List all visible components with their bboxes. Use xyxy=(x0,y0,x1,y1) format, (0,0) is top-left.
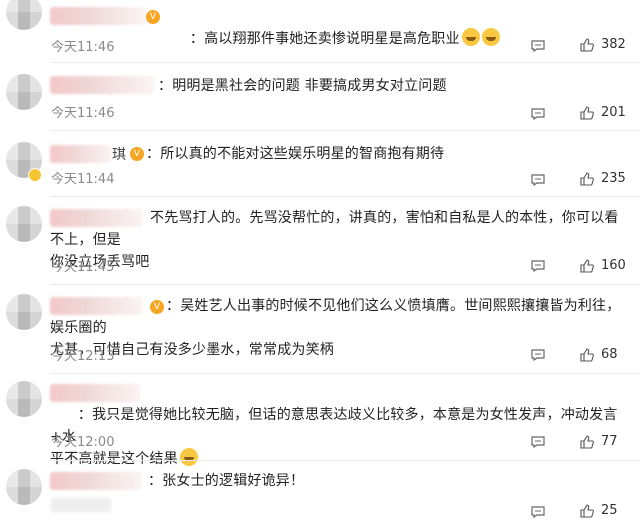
like-count: 201 xyxy=(601,105,626,120)
avatar[interactable] xyxy=(6,74,42,110)
timestamp: 今天11:45 xyxy=(51,260,115,275)
divider xyxy=(50,460,640,461)
like-count: 68 xyxy=(601,347,618,362)
crying-face-icon xyxy=(481,28,500,46)
divider xyxy=(50,284,640,285)
avatar[interactable] xyxy=(6,206,42,242)
avatar[interactable] xyxy=(6,469,42,505)
divider xyxy=(50,196,640,197)
divider xyxy=(50,130,640,131)
like-icon[interactable] xyxy=(580,38,594,52)
reply-icon[interactable] xyxy=(531,174,545,186)
like-icon[interactable] xyxy=(580,259,594,273)
crying-face-icon xyxy=(461,28,480,46)
like-count: 382 xyxy=(601,37,626,52)
username[interactable] xyxy=(50,7,146,25)
reply-icon[interactable] xyxy=(531,349,545,361)
reply-icon[interactable] xyxy=(531,40,545,52)
avatar[interactable] xyxy=(6,0,42,30)
timestamp: 今天12:13 xyxy=(51,349,115,364)
timestamp: 今天12:00 xyxy=(51,435,115,450)
timestamp: 今天11:46 xyxy=(51,40,115,55)
username[interactable] xyxy=(50,76,154,94)
like-icon[interactable] xyxy=(580,172,594,186)
reply-icon[interactable] xyxy=(531,506,545,518)
like-count: 235 xyxy=(601,171,626,186)
like-count: 160 xyxy=(601,258,626,273)
reply-icon[interactable] xyxy=(531,108,545,120)
username[interactable] xyxy=(50,145,112,163)
like-count: 77 xyxy=(601,434,618,449)
verified-badge-icon xyxy=(28,168,42,182)
like-icon[interactable] xyxy=(580,106,594,120)
timestamp: 今天11:44 xyxy=(51,172,115,187)
comment-text: ：所以真的不能对这些娱乐明星的智商抱有期待 xyxy=(146,146,445,162)
comment-body: ：高以翔那件事她还卖惨说明星是高危职业 xyxy=(189,31,460,47)
reply-icon[interactable] xyxy=(531,260,545,272)
divider xyxy=(50,62,640,63)
avatar[interactable] xyxy=(6,294,42,330)
username-tail[interactable]: 琪 xyxy=(112,144,126,164)
like-icon[interactable] xyxy=(580,348,594,362)
timestamp: 今天11:46 xyxy=(51,106,115,121)
like-icon[interactable] xyxy=(580,435,594,449)
username[interactable] xyxy=(50,472,142,490)
avatar[interactable] xyxy=(6,381,42,417)
timestamp xyxy=(51,498,111,512)
divider xyxy=(50,373,640,374)
reply-icon[interactable] xyxy=(531,436,545,448)
grinning-face-icon xyxy=(179,448,198,466)
vip-badge-icon: V xyxy=(146,10,160,24)
like-icon[interactable] xyxy=(580,504,594,518)
comment-feed: V ：高以翔那件事她还卖惨说明星是高危职业 今天11:46 382 ：明明是黑社… xyxy=(0,0,640,527)
comment-text: ：张女士的逻辑好诡异！ xyxy=(148,473,305,489)
vip-badge-icon: V xyxy=(130,147,144,161)
comment-text: ：明明是黑社会的问题 非要搞成男女对立问题 xyxy=(158,78,447,94)
like-count: 25 xyxy=(601,503,618,518)
